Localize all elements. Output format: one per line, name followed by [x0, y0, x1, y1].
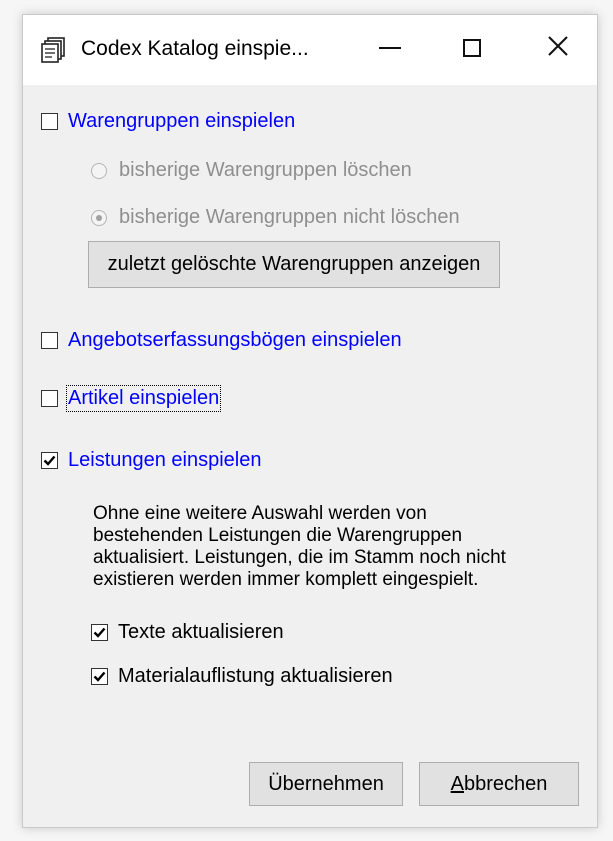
radio-delete-row: bisherige Warengruppen löschen: [91, 159, 412, 182]
checkmark-icon: [93, 671, 106, 682]
material-label: Materialauflistung aktualisieren: [118, 665, 393, 687]
material-checkbox-row[interactable]: Materialauflistung aktualisieren: [91, 665, 393, 688]
leistungen-label: Leistungen einspielen: [68, 449, 262, 471]
show-deleted-groups-button[interactable]: zuletzt gelöschte Warengruppen anzeigen: [88, 241, 500, 288]
abbrechen-mnemonic: A: [450, 772, 464, 795]
close-icon: [547, 35, 569, 62]
leistungen-checkbox-row[interactable]: Leistungen einspielen: [41, 449, 262, 472]
radio-keep: [91, 209, 107, 226]
catalog-stack-icon: [39, 35, 69, 65]
window-title: Codex Katalog einspie...: [81, 37, 309, 60]
info-line: Ohne eine weitere Auswahl werden von: [93, 503, 427, 524]
info-line: existieren werden immer komplett eingesp…: [93, 569, 479, 590]
warengruppen-label: Warengruppen einspielen: [68, 110, 296, 132]
material-checkbox[interactable]: [91, 668, 108, 685]
leistungen-info-text: Ohne eine weitere Auswahl werden von bes…: [93, 503, 563, 591]
artikel-label: Artikel einspielen: [65, 385, 222, 412]
angebot-checkbox[interactable]: [41, 332, 58, 349]
radio-delete-label: bisherige Warengruppen löschen: [119, 159, 412, 181]
artikel-checkbox[interactable]: [41, 390, 58, 407]
radio-keep-label: bisherige Warengruppen nicht löschen: [119, 206, 460, 228]
radio-keep-row: bisherige Warengruppen nicht löschen: [91, 206, 460, 229]
maximize-icon: [463, 39, 481, 57]
checkmark-icon: [43, 455, 56, 466]
title-bar[interactable]: Codex Katalog einspie...: [23, 15, 597, 85]
texte-checkbox[interactable]: [91, 624, 108, 641]
uebernehmen-button[interactable]: Übernehmen: [249, 762, 403, 806]
texte-checkbox-row[interactable]: Texte aktualisieren: [91, 621, 284, 644]
angebot-label: Angebotserfassungsbögen einspielen: [68, 329, 402, 351]
abbrechen-label: bbrechen: [463, 772, 548, 795]
minimize-button[interactable]: [361, 15, 419, 81]
radio-delete: [91, 162, 107, 179]
dialog-window: Codex Katalog einspie... Warengruppen ei…: [22, 14, 598, 828]
texte-label: Texte aktualisieren: [118, 621, 284, 643]
abbrechen-button[interactable]: Abbrechen: [419, 762, 579, 806]
angebot-checkbox-row[interactable]: Angebotserfassungsbögen einspielen: [41, 329, 402, 352]
close-button[interactable]: [529, 15, 587, 81]
checkmark-icon: [93, 627, 106, 638]
warengruppen-checkbox-row[interactable]: Warengruppen einspielen: [41, 110, 295, 133]
warengruppen-checkbox[interactable]: [41, 113, 58, 130]
maximize-button[interactable]: [443, 15, 501, 81]
info-line: bestehenden Leistungen die Warengruppen: [93, 525, 463, 546]
leistungen-checkbox[interactable]: [41, 452, 58, 469]
info-line: aktualisiert. Leistungen, die im Stamm n…: [93, 547, 506, 568]
minimize-icon: [379, 47, 401, 49]
artikel-checkbox-row[interactable]: Artikel einspielen: [41, 385, 222, 412]
